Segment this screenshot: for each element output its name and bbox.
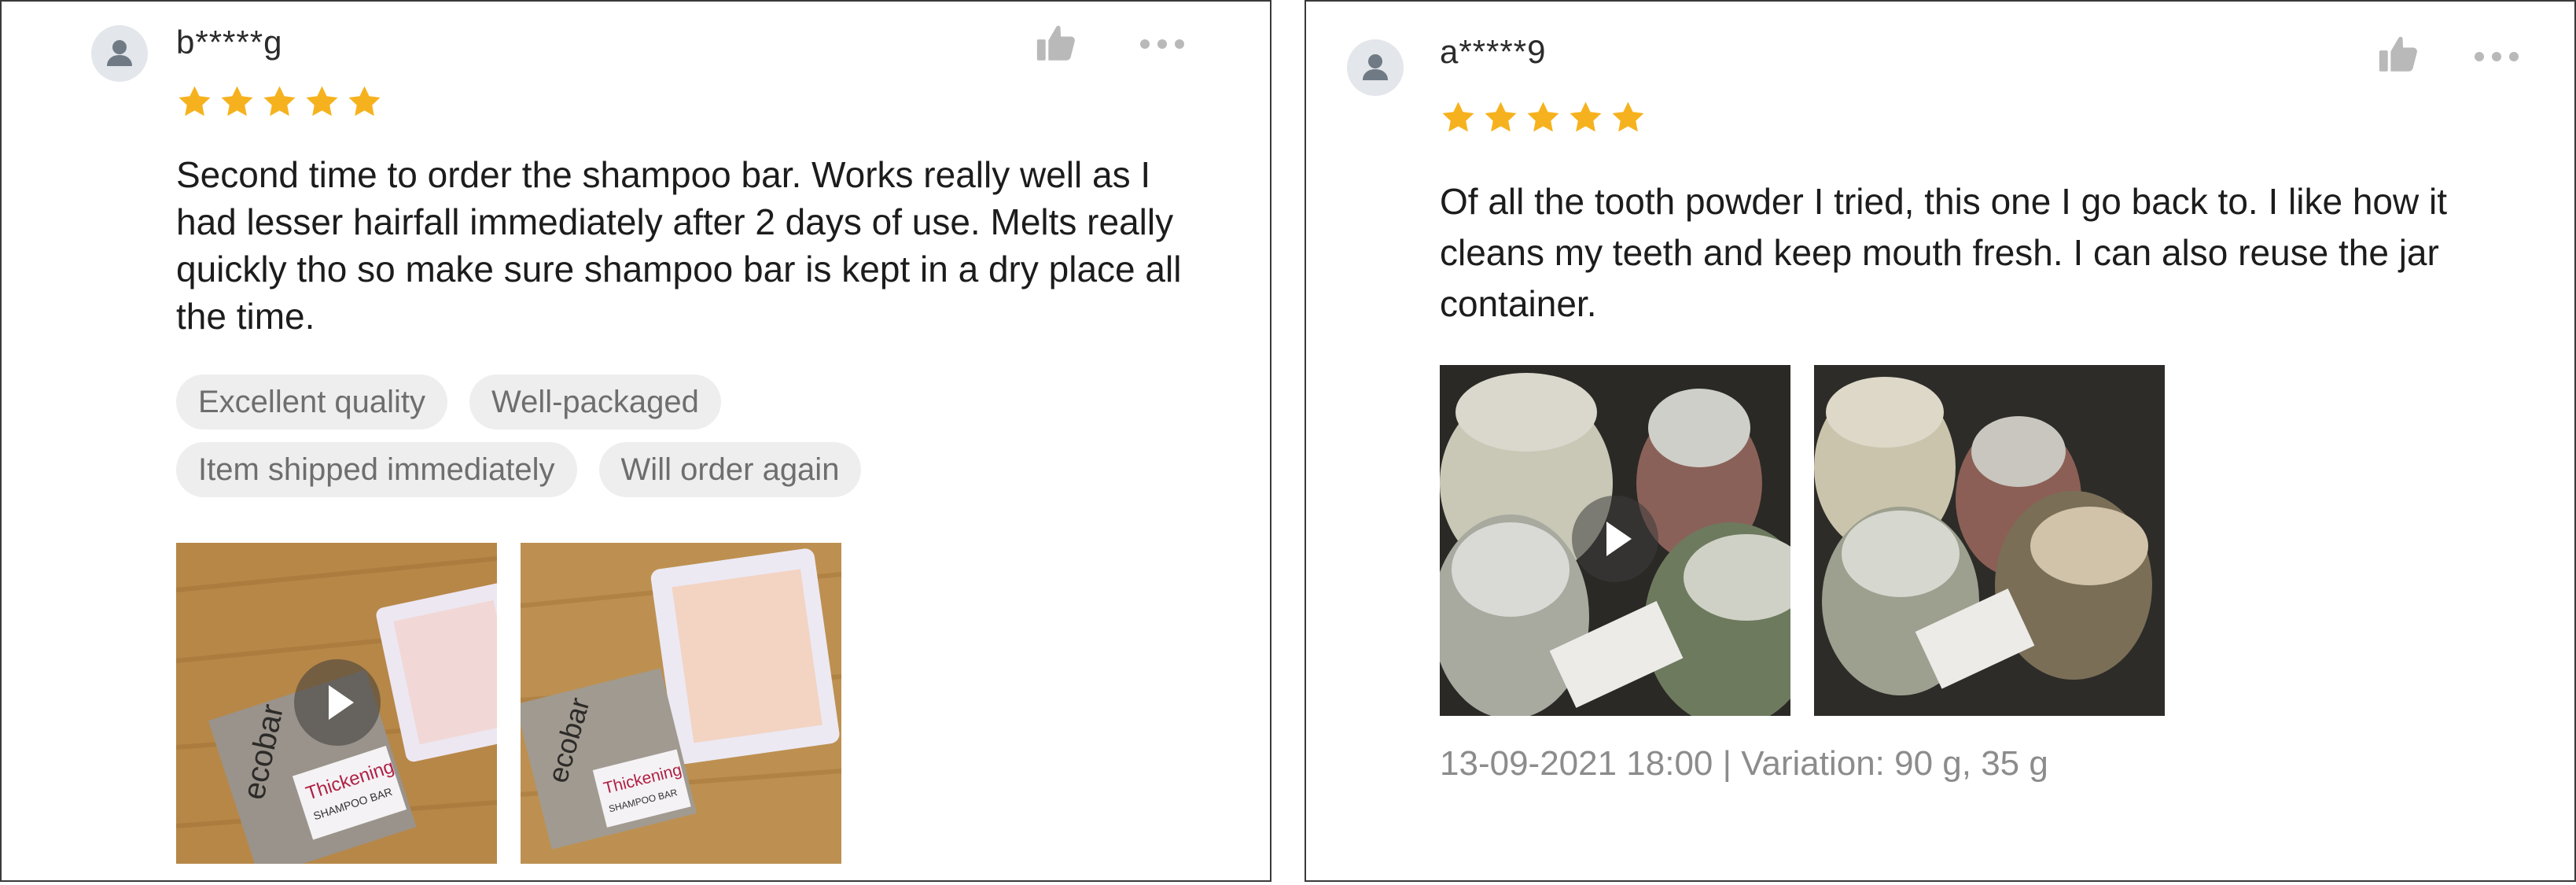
review-card-right: a*****9 Of all the tooth powder I tried,… <box>1305 0 2576 882</box>
star-icon <box>221 86 253 116</box>
more-dots-icon[interactable] <box>1139 36 1186 52</box>
star-icon <box>1570 101 1602 132</box>
star-icon <box>1527 101 1559 132</box>
thumbs-up-icon[interactable] <box>1033 20 1079 66</box>
review-tags: Excellent quality Well-packaged Item shi… <box>176 374 862 510</box>
reviewer-username[interactable]: a*****9 <box>1440 33 1546 71</box>
review-photo-thumbnail[interactable]: ecobar Thickening SHAMPOO BAR <box>521 543 841 864</box>
star-icon <box>263 86 296 116</box>
star-icon <box>1485 101 1517 132</box>
tag-chip: Item shipped immediately <box>176 442 577 497</box>
review-media: ecobar Thickening SHAMPOO BAR ecobar Thi… <box>176 543 841 864</box>
tag-chip: Will order again <box>598 442 862 497</box>
star-rating <box>176 83 383 120</box>
star-icon <box>348 86 381 116</box>
review-video-thumbnail[interactable]: ecobar Thickening SHAMPOO BAR <box>176 543 497 864</box>
thumbs-up-icon[interactable] <box>2375 31 2421 77</box>
tag-chip: Well-packaged <box>469 374 721 430</box>
review-text: Of all the tooth powder I tried, this on… <box>1440 181 2448 324</box>
review-photo-thumbnail[interactable] <box>1814 365 2165 716</box>
tag-chip: Excellent quality <box>176 374 448 430</box>
play-icon[interactable] <box>294 659 381 746</box>
play-icon[interactable] <box>1572 496 1658 582</box>
star-icon <box>1442 101 1474 132</box>
star-icon <box>178 86 211 116</box>
review-text: Second time to order the shampoo bar. Wo… <box>176 154 1182 337</box>
star-rating <box>1440 99 1647 136</box>
reviewer-username[interactable]: b*****g <box>176 24 282 61</box>
review-media <box>1440 365 2165 716</box>
user-avatar-icon[interactable] <box>1347 39 1404 96</box>
more-dots-icon[interactable] <box>2473 49 2520 65</box>
review-video-thumbnail[interactable] <box>1440 365 1790 716</box>
user-avatar-icon[interactable] <box>91 25 148 82</box>
star-icon <box>1612 101 1644 132</box>
review-meta: 13-09-2021 18:00 | Variation: 90 g, 35 g <box>1440 744 2048 783</box>
review-card-left: b*****g Second time to order the shampoo… <box>0 0 1271 882</box>
star-icon <box>306 86 338 116</box>
